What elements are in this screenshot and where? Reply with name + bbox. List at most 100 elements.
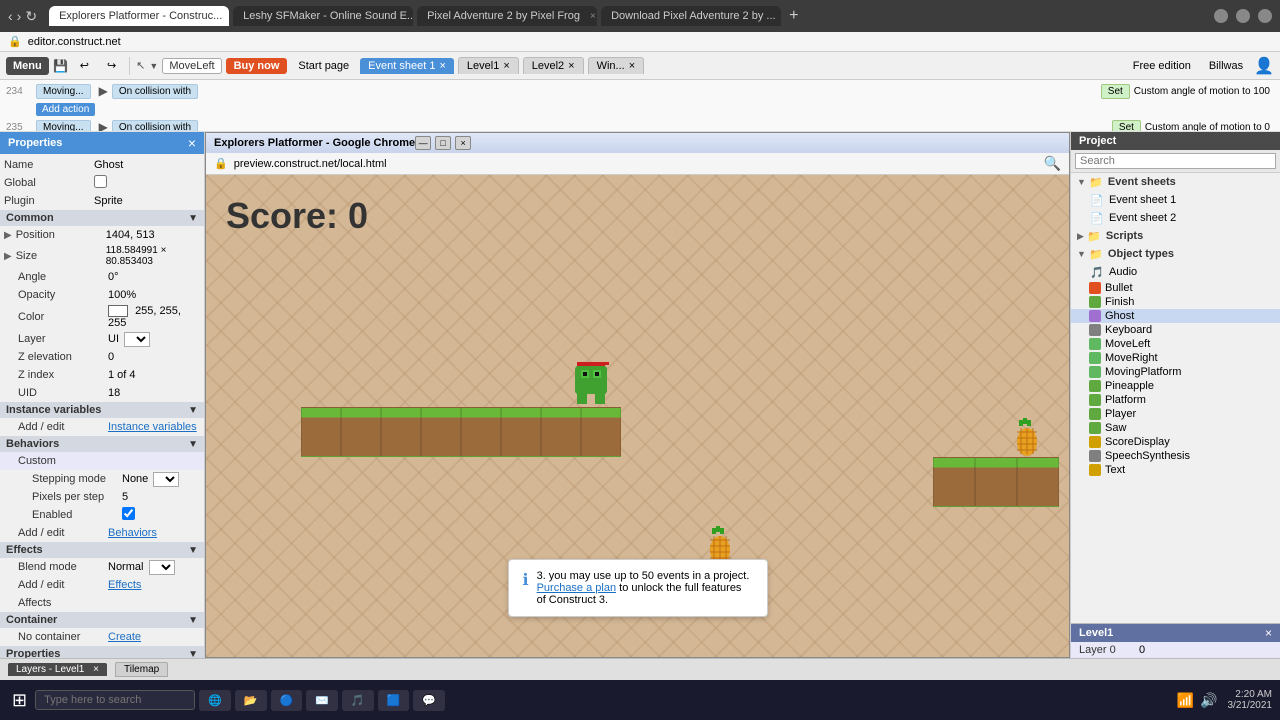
start-page-button[interactable]: Start page <box>291 57 356 75</box>
search-magnify-icon[interactable]: 🔍 <box>1044 155 1061 172</box>
blend-text: Normal <box>108 561 143 573</box>
project-search-input[interactable] <box>1075 153 1276 169</box>
tree-object-types-folder[interactable]: ▼ 📁 Object types <box>1071 245 1280 263</box>
tab-1[interactable]: Explorers Platformer - Construc... × <box>49 6 229 26</box>
taskbar-app-5[interactable]: 🎵 <box>342 690 374 711</box>
instance-variables-section[interactable]: Instance variables ▼ <box>0 402 204 418</box>
level2-tab[interactable]: Level2 × <box>523 57 584 74</box>
tilemap-tab[interactable]: Tilemap <box>115 662 168 677</box>
tree-moveright[interactable]: MoveRight <box>1071 351 1280 365</box>
account-icon[interactable]: 👤 <box>1254 56 1274 76</box>
position-expand-icon[interactable]: ▶ <box>4 230 12 241</box>
redo-button[interactable]: ↪ <box>100 56 123 75</box>
condition-moving-2[interactable]: Moving... <box>36 120 91 133</box>
add-action-button[interactable]: Add action <box>36 103 95 116</box>
tab-3-close[interactable]: × <box>590 11 596 22</box>
event-sheet-1-close[interactable]: × <box>439 60 445 72</box>
wifi-icon[interactable]: 📶 <box>1177 692 1194 709</box>
layers-close[interactable]: × <box>93 664 99 675</box>
tree-moveleft[interactable]: MoveLeft <box>1071 337 1280 351</box>
blend-dropdown[interactable] <box>149 560 175 575</box>
taskbar-app-2[interactable]: 📂 <box>235 690 267 711</box>
save-icon[interactable]: 💾 <box>53 58 69 74</box>
sprite-properties-section[interactable]: Properties ▼ <box>0 646 204 658</box>
event-sheet-1-tab[interactable]: Event sheet 1 × <box>360 58 454 74</box>
tree-bullet[interactable]: Bullet <box>1071 281 1280 295</box>
win-tab-close[interactable]: × <box>629 60 635 72</box>
tab-2[interactable]: Leshy SFMaker - Online Sound E... × <box>233 6 413 26</box>
tree-audio[interactable]: 🎵 Audio <box>1071 263 1280 281</box>
color-swatch[interactable] <box>108 305 128 317</box>
tab-4[interactable]: Download Pixel Adventure 2 by ... × <box>601 6 781 26</box>
tab-3[interactable]: Pixel Adventure 2 by Pixel Frog × <box>417 6 597 26</box>
pointer-dropdown[interactable]: ▼ <box>149 61 158 71</box>
create-link[interactable]: Create <box>108 631 200 643</box>
tree-keyboard[interactable]: Keyboard <box>1071 323 1280 337</box>
tree-pineapple[interactable]: Pineapple <box>1071 379 1280 393</box>
menu-button[interactable]: Menu <box>6 57 49 75</box>
tree-player[interactable]: Player <box>1071 407 1280 421</box>
maximize-button[interactable] <box>1236 9 1250 23</box>
tree-scripts-folder[interactable]: ▶ 📁 Scripts <box>1071 227 1280 245</box>
instance-vars-link[interactable]: Instance variables <box>108 421 200 433</box>
level2-tab-close[interactable]: × <box>568 60 574 72</box>
window-close-button[interactable] <box>1258 9 1272 23</box>
buy-now-button[interactable]: Buy now <box>226 58 288 74</box>
refresh-button[interactable]: ↻ <box>25 8 37 25</box>
level1-tab[interactable]: Level1 × <box>458 57 519 74</box>
stepping-dropdown[interactable] <box>153 472 179 487</box>
tree-movingplatform[interactable]: MovingPlatform <box>1071 365 1280 379</box>
billwas-button[interactable]: Billwas <box>1202 57 1250 75</box>
effects-section[interactable]: Effects ▼ <box>0 542 204 558</box>
score-display: Score: 0 <box>226 195 368 237</box>
taskbar-app-7[interactable]: 💬 <box>413 690 445 711</box>
properties-close-button[interactable]: × <box>188 135 196 151</box>
minimize-button[interactable] <box>1214 9 1228 23</box>
tree-finish[interactable]: Finish <box>1071 295 1280 309</box>
new-tab-button[interactable]: + <box>785 7 802 25</box>
global-checkbox[interactable] <box>94 175 107 188</box>
tree-platform[interactable]: Platform <box>1071 393 1280 407</box>
condition-collision-2[interactable]: On collision with <box>112 120 198 133</box>
tree-scoredisplay[interactable]: ScoreDisplay <box>1071 435 1280 449</box>
purchase-plan-link[interactable]: Purchase a plan <box>537 582 617 594</box>
tree-event-sheet-2[interactable]: 📄 Event sheet 2 <box>1071 209 1280 227</box>
tree-ghost[interactable]: Ghost <box>1071 309 1280 323</box>
level-panel-close[interactable]: × <box>1265 626 1272 640</box>
back-button[interactable]: ‹ <box>8 8 13 24</box>
taskbar-app-6[interactable]: 🟦 <box>378 690 410 711</box>
dialog-maximize-button[interactable]: □ <box>435 136 451 150</box>
action-set-2[interactable]: Set <box>1112 120 1141 133</box>
tree-text[interactable]: Text <box>1071 463 1280 477</box>
tree-event-sheet-1[interactable]: 📄 Event sheet 1 <box>1071 191 1280 209</box>
container-section[interactable]: Container ▼ <box>0 612 204 628</box>
volume-icon[interactable]: 🔊 <box>1200 692 1217 709</box>
taskbar-app-3[interactable]: 🔵 <box>271 690 303 711</box>
level1-tab-close[interactable]: × <box>503 60 509 72</box>
dialog-minimize-button[interactable]: — <box>415 136 431 150</box>
tree-event-sheets-folder[interactable]: ▼ 📁 Event sheets <box>1071 173 1280 191</box>
layer-dropdown[interactable] <box>124 332 150 347</box>
enabled-checkbox[interactable] <box>122 507 135 520</box>
size-expand-icon[interactable]: ▶ <box>4 251 12 262</box>
condition-collision-1[interactable]: On collision with <box>112 84 198 99</box>
free-edition-button[interactable]: Free edition <box>1126 57 1198 75</box>
behaviors-link[interactable]: Behaviors <box>108 527 200 539</box>
layers-tab[interactable]: Layers - Level1 × <box>8 663 107 676</box>
common-section-header[interactable]: Common ▼ <box>0 210 204 226</box>
behaviors-section[interactable]: Behaviors ▼ <box>0 436 204 452</box>
dialog-close-button[interactable]: × <box>455 136 471 150</box>
tree-speechsynthesis[interactable]: SpeechSynthesis <box>1071 449 1280 463</box>
taskbar-search-input[interactable] <box>35 690 195 710</box>
start-button[interactable]: ⊞ <box>8 686 31 715</box>
win-tab[interactable]: Win... × <box>588 57 645 74</box>
effects-link[interactable]: Effects <box>108 579 200 591</box>
tree-saw[interactable]: Saw <box>1071 421 1280 435</box>
game-canvas[interactable]: Score: 0 <box>206 175 1069 657</box>
taskbar-app-4[interactable]: ✉️ <box>306 690 338 711</box>
forward-button[interactable]: › <box>17 8 22 24</box>
action-set-1[interactable]: Set <box>1101 84 1130 99</box>
undo-button[interactable]: ↩ <box>73 56 96 75</box>
condition-moving-1[interactable]: Moving... <box>36 84 91 99</box>
taskbar-app-1[interactable]: 🌐 <box>199 690 231 711</box>
